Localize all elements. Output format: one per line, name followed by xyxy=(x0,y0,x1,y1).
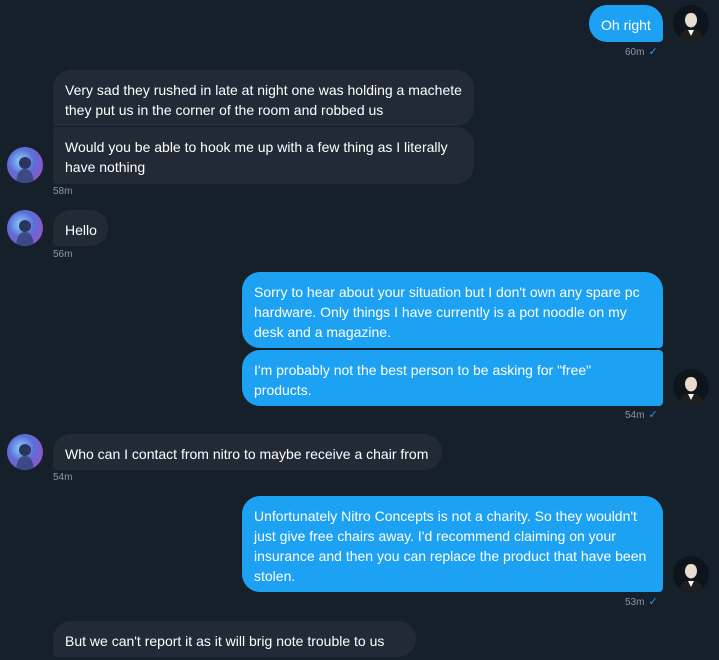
checkmark-icon: ✓ xyxy=(648,46,658,58)
contact-avatar-icon xyxy=(7,210,43,246)
incoming-message: But we can't report it as it will brig n… xyxy=(53,621,416,657)
incoming-message: Who can I contact from nitro to maybe re… xyxy=(53,434,442,470)
message-timestamp: 56m xyxy=(53,249,73,260)
checkmark-icon: ✓ xyxy=(648,596,658,608)
user-avatar[interactable] xyxy=(673,556,709,592)
contact-avatar[interactable] xyxy=(7,434,43,470)
message-timestamp: 58m xyxy=(53,186,73,197)
contact-avatar-icon xyxy=(7,147,43,183)
contact-avatar-icon xyxy=(7,434,43,470)
contact-avatar[interactable] xyxy=(7,147,43,183)
user-avatar[interactable] xyxy=(673,5,709,41)
incoming-message: Would you be able to hook me up with a f… xyxy=(53,127,474,184)
message-timestamp: 54m ✓ xyxy=(625,409,658,421)
message-timestamp: 60m ✓ xyxy=(625,46,658,58)
self-avatar-icon xyxy=(673,5,709,41)
incoming-message: Very sad they rushed in late at night on… xyxy=(53,70,474,126)
self-avatar-icon xyxy=(673,556,709,592)
checkmark-icon: ✓ xyxy=(648,409,658,421)
user-avatar[interactable] xyxy=(673,369,709,405)
outgoing-message: Sorry to hear about your situation but I… xyxy=(242,272,663,348)
message-timestamp: 54m xyxy=(53,472,73,483)
contact-avatar[interactable] xyxy=(7,210,43,246)
incoming-message: Hello xyxy=(53,210,108,246)
outgoing-message: I'm probably not the best person to be a… xyxy=(242,350,663,406)
self-avatar-icon xyxy=(673,369,709,405)
message-timestamp: 53m ✓ xyxy=(625,596,658,608)
outgoing-message: Oh right xyxy=(589,5,663,42)
outgoing-message: Unfortunately Nitro Concepts is not a ch… xyxy=(242,496,663,592)
